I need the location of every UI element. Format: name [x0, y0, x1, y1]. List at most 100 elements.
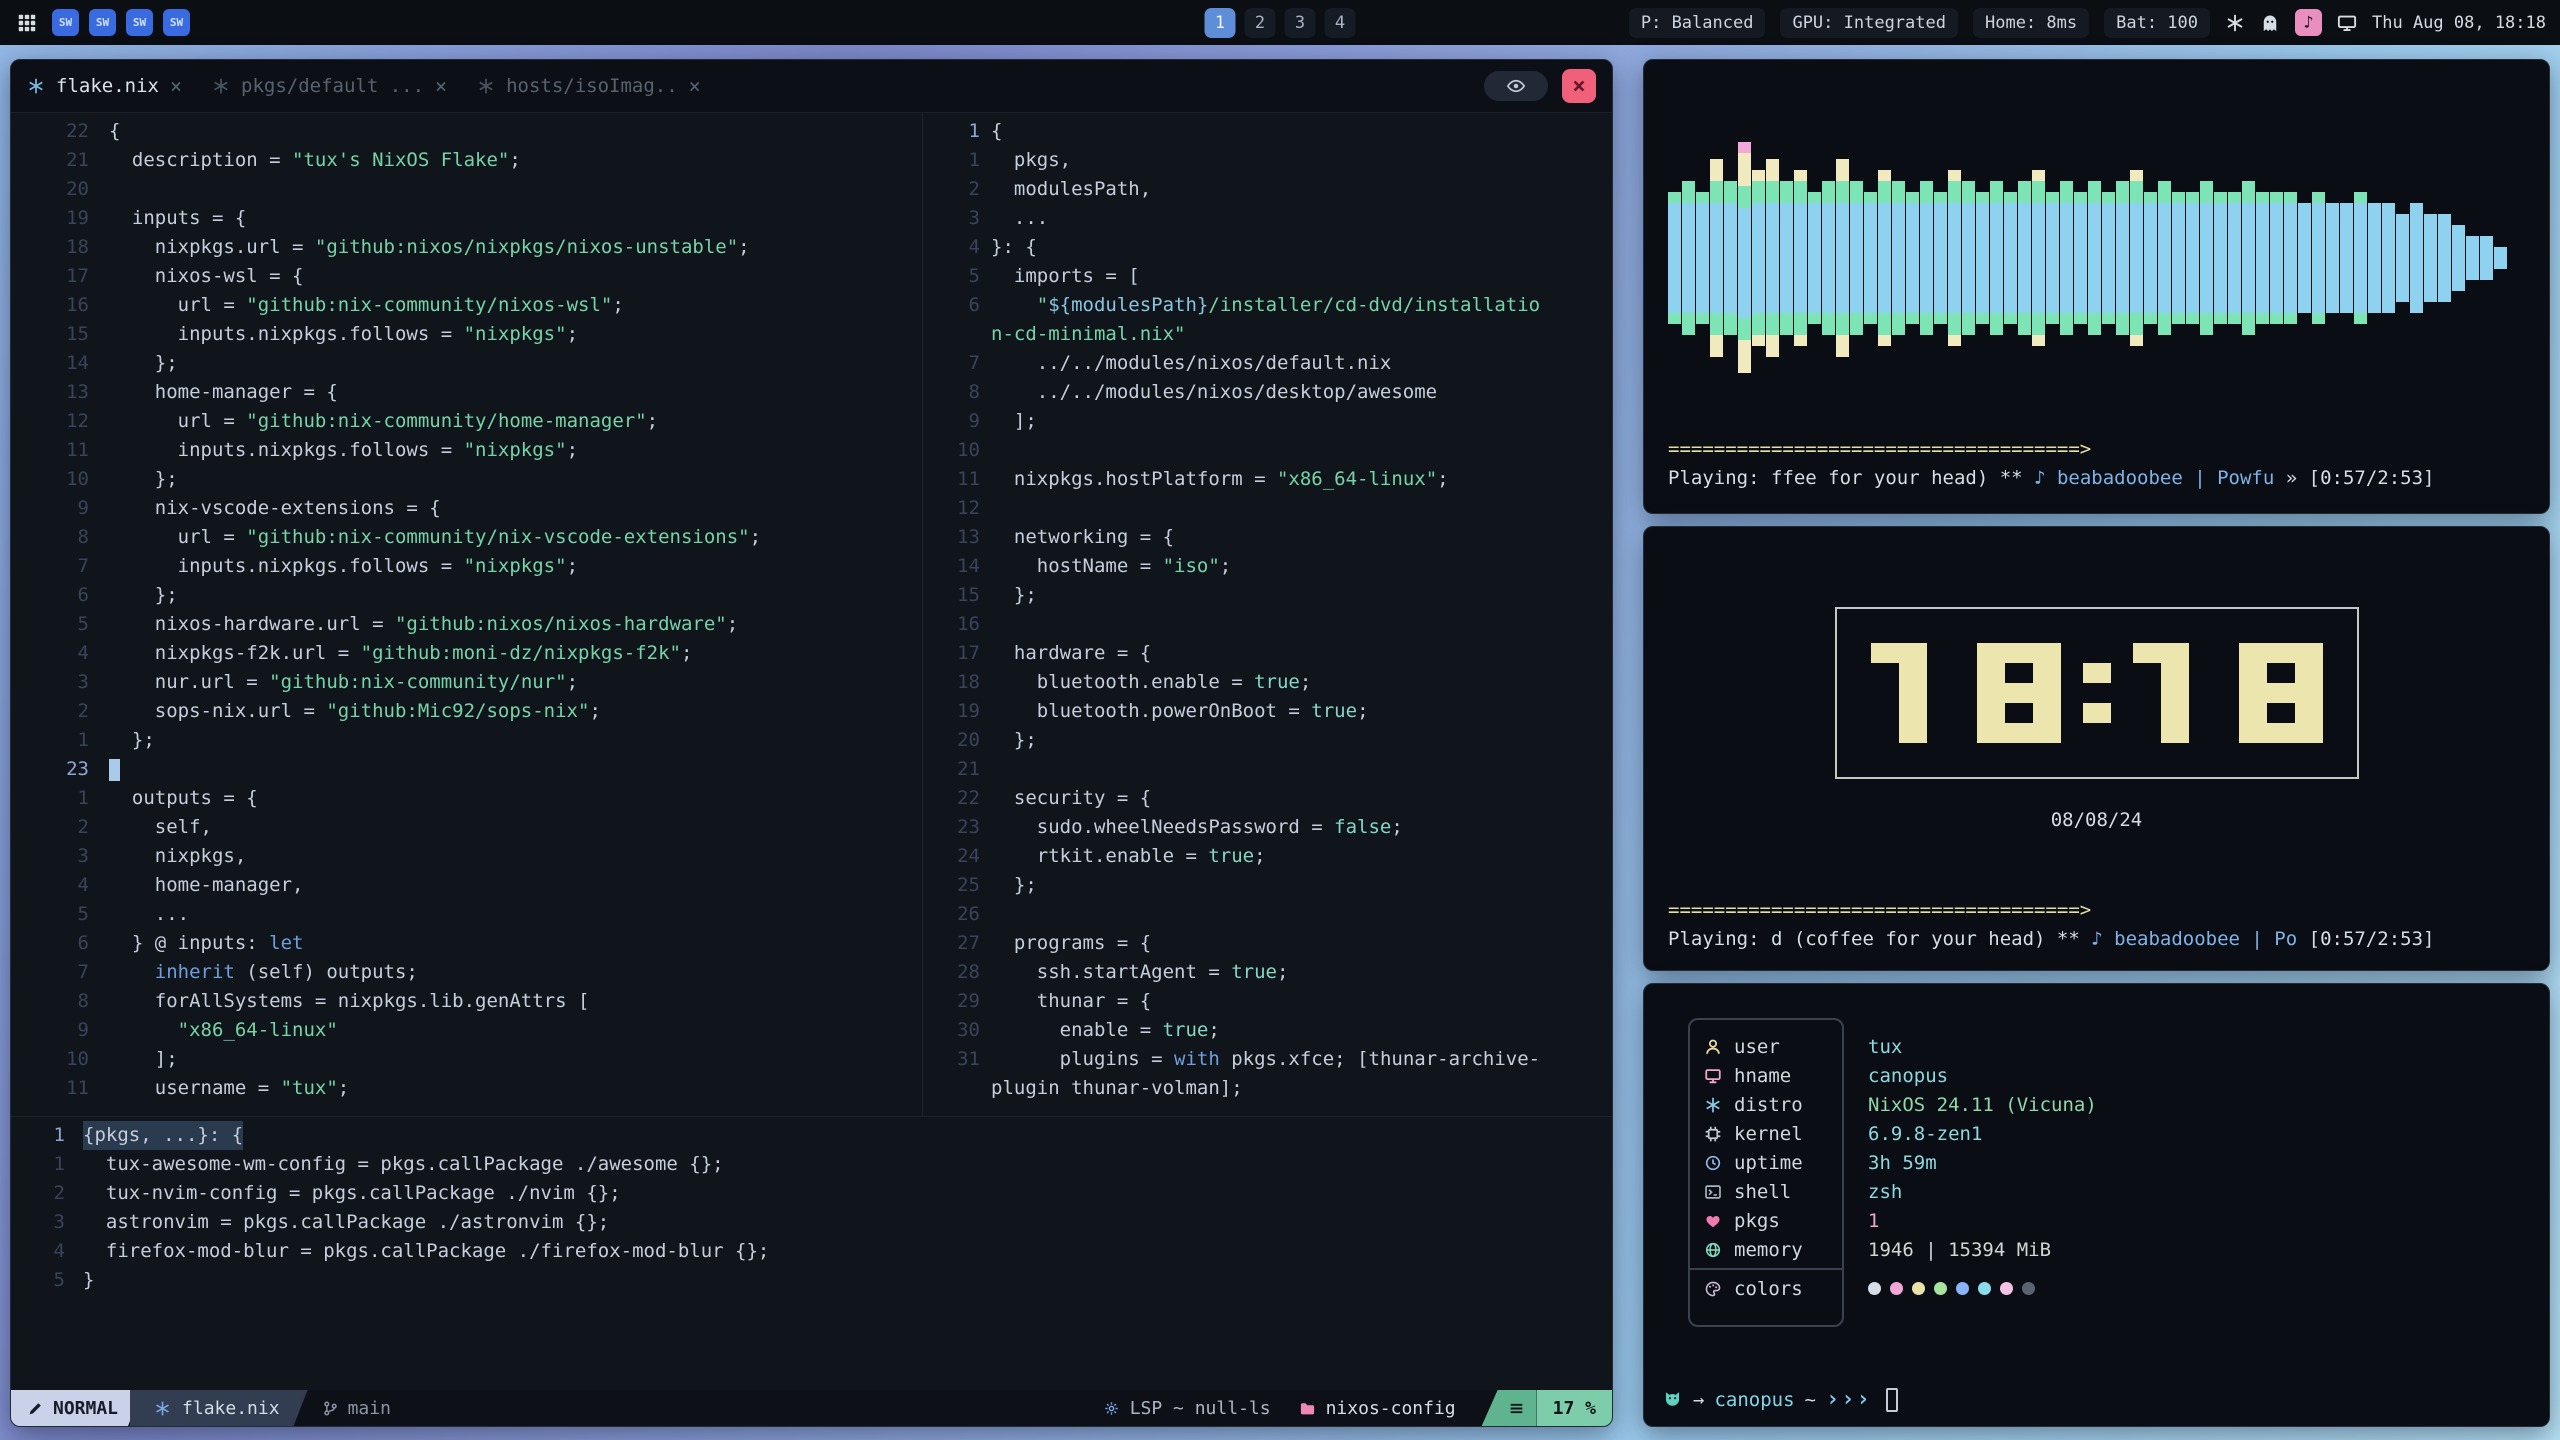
viz-bar: [1752, 170, 1765, 346]
clock-digit-8: [1977, 643, 2061, 743]
viz-bar: [1836, 159, 1849, 357]
code-line: 23: [11, 755, 922, 784]
viz-bar: [1864, 192, 1877, 324]
code-line: 14 hostName = "iso";: [923, 552, 1612, 581]
fetch-row-distro: distroNixOS 24.11 (Vicuna): [1688, 1090, 2529, 1119]
tab-hosts-isoImag-[interactable]: hosts/isoImag..×: [477, 74, 701, 98]
viz-bar: [1920, 181, 1933, 335]
clock-digit-1: [2133, 643, 2217, 743]
workspace-button-4[interactable]: SW: [163, 9, 190, 36]
branch-label: main: [348, 1398, 391, 1419]
color-dot: [1868, 1282, 1881, 1295]
code-line: 9 nix-vscode-extensions = {: [11, 494, 922, 523]
code-line: n-cd-minimal.nix": [923, 320, 1612, 349]
viz-bar: [2382, 203, 2395, 313]
code-line: 2 sops-nix.url = "github:Mic92/sops-nix"…: [11, 697, 922, 726]
viz-bar: [1892, 181, 1905, 335]
tab-flake-nix[interactable]: flake.nix ×: [27, 74, 182, 98]
project-label: nixos-config: [1326, 1398, 1456, 1419]
window-close-button[interactable]: ×: [1562, 69, 1596, 103]
tab-label: pkgs/default ...: [241, 75, 424, 97]
workspace-button-1[interactable]: SW: [52, 9, 79, 36]
playing-label: Playing:: [1668, 925, 1771, 954]
hostname-icon: [1704, 1067, 1722, 1085]
battery-status: Bat: 100: [2104, 8, 2210, 38]
fetch-label: memory: [1734, 1239, 1803, 1261]
statusline-right: LSP ~ null-ls nixos-config 17 %: [1103, 1390, 1612, 1426]
tag-1[interactable]: 1: [1205, 8, 1236, 38]
viz-bar: [2452, 225, 2465, 291]
viz-bar: [2032, 170, 2045, 346]
clock-window: 08/08/24 ===============================…: [1643, 526, 2550, 971]
color-dot: [1934, 1282, 1947, 1295]
pane-bottom[interactable]: 1{pkgs, ...}: {1 tux-awesome-wm-config =…: [11, 1116, 1612, 1390]
code-line: 29 thunar = {: [923, 987, 1612, 1016]
git-branch: main: [308, 1390, 409, 1426]
code-line: 3 nixpkgs,: [11, 842, 922, 871]
home-latency-status: Home: 8ms: [1973, 8, 2089, 38]
workspace-button-2[interactable]: SW: [89, 9, 116, 36]
code-line: 8 ../../modules/nixos/desktop/awesome: [923, 378, 1612, 407]
tab-close-icon[interactable]: ×: [170, 74, 182, 98]
viz-bar: [1906, 192, 1919, 324]
playing-separator: [2297, 925, 2308, 954]
filename-label: flake.nix: [182, 1398, 280, 1419]
tab-close-icon[interactable]: ×: [689, 74, 701, 98]
pane-right[interactable]: 1{1 pkgs,2 modulesPath,3 ...4}: {5 impor…: [923, 113, 1612, 1116]
music-icon[interactable]: ♪: [2295, 9, 2322, 36]
statusline-filename: flake.nix: [130, 1390, 308, 1426]
viz-bar: [1794, 170, 1807, 346]
tag-3[interactable]: 3: [1285, 8, 1316, 38]
fetch-row-hname: hnamecanopus: [1688, 1061, 2529, 1090]
code-line: 8 url = "github:nix-community/nix-vscode…: [11, 523, 922, 552]
statusline: NORMAL flake.nix main LSP ~ null-ls nixo…: [11, 1390, 1612, 1426]
terminal-color-dots: [1868, 1282, 2035, 1295]
tab-close-icon[interactable]: ×: [435, 74, 447, 98]
viz-bar: [2172, 192, 2185, 324]
viz-bar: [1738, 142, 1751, 373]
fetch-rows: usertuxhnamecanopusdistroNixOS 24.11 (Vi…: [1688, 1032, 2529, 1303]
player-progress: ====================================>: [1668, 896, 2525, 925]
viz-bar: [1808, 192, 1821, 324]
code-line: 11 inputs.nixpkgs.follows = "nixpkgs";: [11, 436, 922, 465]
viz-bar: [2242, 181, 2255, 335]
list-icon: [1482, 1390, 1537, 1426]
code-line: 7 inputs.nixpkgs.follows = "nixpkgs";: [11, 552, 922, 581]
system-fetch-window: usertuxhnamecanopusdistroNixOS 24.11 (Vi…: [1643, 983, 2550, 1427]
fetch-value: 1946 | 15394 MiB: [1868, 1239, 2051, 1261]
viz-bar: [2298, 203, 2311, 313]
tag-4[interactable]: 4: [1325, 8, 1356, 38]
code-line: 6 "${modulesPath}/installer/cd-dvd/insta…: [923, 291, 1612, 320]
viz-bar: [2074, 192, 2087, 324]
launcher-icon[interactable]: [14, 10, 40, 36]
code-line: 10: [923, 436, 1612, 465]
viz-bar: [2158, 181, 2171, 335]
workspace-button-3[interactable]: SW: [126, 9, 153, 36]
viz-bar: [1766, 159, 1779, 357]
color-dot: [2022, 1282, 2035, 1295]
code-line: 27 programs = {: [923, 929, 1612, 958]
code-line: 1 tux-awesome-wm-config = pkgs.callPacka…: [11, 1150, 1612, 1179]
clock-digit-1: [1871, 643, 1955, 743]
viz-bar: [1822, 181, 1835, 335]
panel-toggle-button[interactable]: [1484, 71, 1548, 101]
shell-prompt[interactable]: → canopus ~ ›››: [1662, 1387, 1898, 1412]
topbar-right: P: Balanced GPU: Integrated Home: 8ms Ba…: [1629, 8, 2546, 38]
code-line: 13 home-manager = {: [11, 378, 922, 407]
tab-pkgs-default-[interactable]: pkgs/default ... ×: [212, 74, 447, 98]
code-line: 10 };: [11, 465, 922, 494]
fetch-row-kernel: kernel6.9.8-zen1: [1688, 1119, 2529, 1148]
display-icon: [2337, 13, 2357, 33]
code-line: 10 ];: [11, 1045, 922, 1074]
code-line: 16: [923, 610, 1612, 639]
playing-label: Playing:: [1668, 464, 1771, 493]
tag-2[interactable]: 2: [1245, 8, 1276, 38]
pane-left[interactable]: 22{21 description = "tux's NixOS Flake";…: [11, 113, 923, 1116]
viz-bar: [2284, 192, 2297, 324]
viz-bar: [2438, 214, 2451, 302]
visualizer-area: [1668, 80, 2525, 435]
music-visualizer-window: ====================================> Pl…: [1643, 59, 2550, 514]
tab-label: flake.nix: [56, 75, 159, 97]
lsp-status: LSP ~ null-ls: [1103, 1390, 1271, 1426]
code-line: 26: [923, 900, 1612, 929]
